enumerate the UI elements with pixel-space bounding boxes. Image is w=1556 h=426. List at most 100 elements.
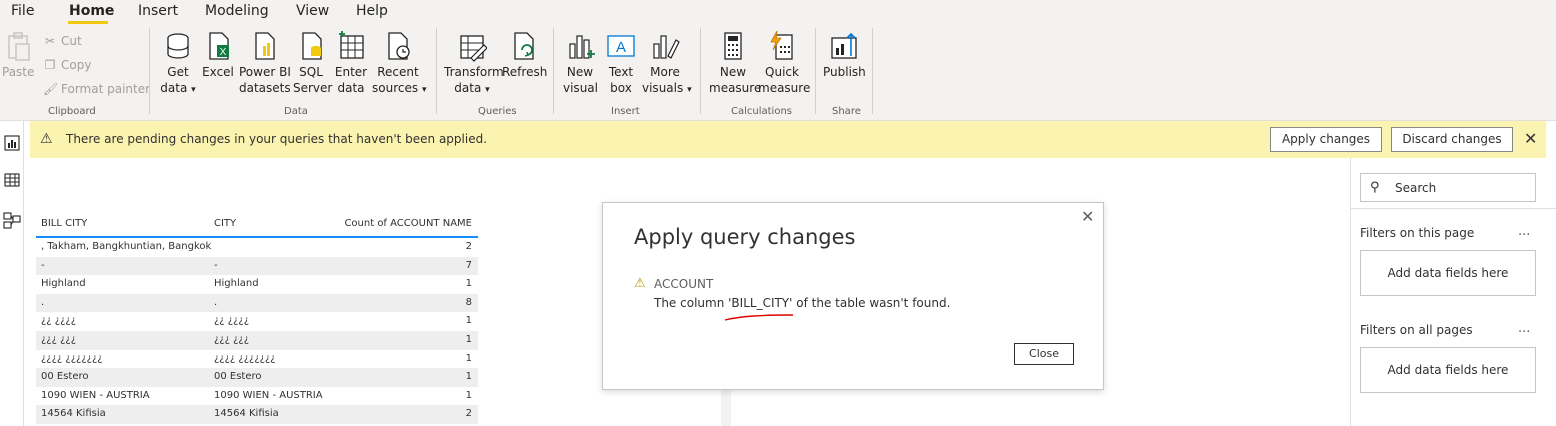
cell-count: 1 — [465, 333, 472, 345]
text-box-icon: A — [607, 35, 635, 57]
cell-count: 2 — [465, 241, 472, 252]
canvas-scroll-strip — [721, 390, 731, 426]
power-bi-label-2: datasets — [239, 81, 291, 95]
column-header-count[interactable]: Count of ACCOUNT NAME — [344, 218, 472, 229]
group-label-data: Data — [284, 106, 308, 117]
tab-insert[interactable]: Insert — [138, 3, 178, 19]
column-header-bill-city[interactable]: BILL CITY — [41, 218, 87, 229]
cell-bill-city: - — [41, 259, 45, 271]
more-visuals-icon — [653, 35, 680, 59]
model-view-icon[interactable] — [3, 211, 21, 229]
cell-bill-city: ¿¿¿ ¿¿¿ — [41, 333, 77, 345]
recent-sources-button[interactable]: Recent sources ▾ — [372, 30, 426, 98]
group-divider — [149, 28, 150, 114]
transform-data-button[interactable]: Transform data ▾ — [444, 30, 504, 98]
text-box-label-2: box — [610, 81, 632, 95]
paste-icon — [8, 32, 30, 61]
copy-label: Copy — [61, 58, 92, 72]
close-icon[interactable]: ✕ — [1081, 207, 1094, 226]
power-bi-datasets-button[interactable]: Power BI datasets — [239, 30, 291, 96]
table-row[interactable]: Highland Highland 1 — [36, 275, 478, 294]
publish-button[interactable]: Publish — [823, 30, 866, 80]
quick-measure-label-1: Quick — [765, 65, 799, 79]
table-row[interactable]: 14564 Kifisia 14564 Kifisia 2 — [36, 405, 478, 424]
tab-modeling[interactable]: Modeling — [205, 3, 269, 19]
new-measure-label-1: New — [719, 65, 747, 79]
cell-bill-city: 14564 Kifisia — [41, 408, 106, 420]
report-view-icon[interactable] — [3, 134, 21, 152]
refresh-button[interactable]: Refresh — [502, 30, 547, 80]
copy-icon: ❐ — [44, 58, 56, 72]
publish-label: Publish — [823, 65, 866, 79]
table-grid-icon — [339, 31, 364, 59]
cell-bill-city: 1090 WIEN - AUSTRIA — [41, 389, 150, 401]
tab-view[interactable]: View — [296, 3, 329, 19]
cell-count: 1 — [465, 371, 472, 383]
enter-data-label-1: Enter — [334, 65, 368, 79]
more-options-icon[interactable]: ... — [1518, 224, 1530, 239]
group-label-clipboard: Clipboard — [48, 106, 96, 117]
group-divider — [553, 28, 554, 114]
sql-label-1: SQL — [299, 65, 323, 79]
table-row[interactable]: ¿¿¿¿ ¿¿¿¿¿¿¿ ¿¿¿¿ ¿¿¿¿¿¿¿ 1 — [36, 350, 478, 369]
sql-label-2: Server — [293, 81, 333, 95]
cell-city: ¿¿ ¿¿¿¿ — [214, 315, 250, 327]
excel-icon: X — [209, 32, 229, 60]
format-painter-button[interactable]: 🖌 Format painter — [43, 82, 150, 96]
new-measure-label-2: measure — [709, 81, 762, 95]
filters-search-input[interactable]: ⚲ Search — [1360, 173, 1536, 202]
filters-pane: ⚲ Search Filters on this page ... Add da… — [1350, 158, 1556, 426]
tab-file[interactable]: File — [11, 3, 34, 19]
cell-city: . — [214, 296, 218, 308]
more-options-icon[interactable]: ... — [1518, 321, 1530, 336]
table-row[interactable]: 1090 WIEN - AUSTRIA 1090 WIEN - AUSTRIA 1 — [36, 387, 478, 406]
filters-on-this-page-heading: Filters on this page — [1360, 226, 1475, 240]
sql-server-button[interactable]: SQL Server — [293, 30, 333, 96]
enter-data-button[interactable]: Enter data — [334, 30, 368, 96]
power-bi-window: File Home Insert Modeling View Help Past… — [0, 0, 1556, 426]
close-button[interactable]: Close — [1014, 343, 1074, 365]
text-box-button[interactable]: A Text box — [604, 30, 638, 96]
cell-count: 1 — [465, 389, 472, 401]
table-row[interactable]: , Takham, Bangkhuntian, Bangkok 2 — [36, 238, 478, 257]
cut-button[interactable]: ✂ Cut — [43, 34, 82, 48]
table-visual[interactable]: BILL CITY CITY Count of ACCOUNT NAME , T… — [36, 213, 478, 424]
group-divider — [872, 28, 873, 114]
svg-text:A: A — [616, 39, 626, 56]
quick-measure-icon — [770, 30, 793, 60]
group-divider — [700, 28, 701, 114]
quick-measure-button[interactable]: Quick measure — [758, 30, 810, 96]
cell-bill-city: ¿¿¿¿ ¿¿¿¿¿¿¿ — [41, 352, 103, 364]
excel-button[interactable]: X Excel — [202, 30, 234, 80]
calculator-icon — [724, 32, 742, 60]
page-filter-drop-zone[interactable]: Add data fields here — [1360, 250, 1536, 296]
table-row[interactable]: ¿¿ ¿¿¿¿ ¿¿ ¿¿¿¿ 1 — [36, 312, 478, 331]
new-measure-button[interactable]: New measure — [709, 30, 761, 96]
table-row[interactable]: .. 8 — [36, 293, 478, 313]
tab-home[interactable]: Home — [69, 3, 114, 19]
data-view-icon[interactable] — [3, 171, 21, 189]
table-row[interactable]: ¿¿¿ ¿¿¿ ¿¿¿ ¿¿¿ 1 — [36, 330, 478, 350]
tab-help[interactable]: Help — [356, 3, 388, 19]
chevron-down-icon: ▾ — [485, 85, 490, 95]
table-row[interactable]: 00 Estero 00 Estero 1 — [36, 368, 478, 387]
close-icon[interactable]: ✕ — [1524, 129, 1537, 148]
cell-city: - — [214, 259, 218, 271]
cell-bill-city: , Takham, Bangkhuntian, Bangkok — [41, 241, 212, 252]
discard-changes-button[interactable]: Discard changes — [1391, 127, 1513, 152]
all-pages-filter-drop-zone[interactable]: Add data fields here — [1360, 347, 1536, 393]
column-header-city[interactable]: CITY — [214, 218, 236, 229]
table-row[interactable]: - - 7 — [36, 256, 478, 276]
get-data-label-1: Get — [167, 65, 189, 79]
recent-sources-icon — [388, 32, 410, 60]
apply-changes-button[interactable]: Apply changes — [1270, 127, 1382, 152]
group-label-queries: Queries — [478, 106, 517, 117]
get-data-button[interactable]: Get data ▾ — [158, 30, 198, 98]
more-visuals-button[interactable]: More visuals ▾ — [642, 30, 692, 98]
copy-button[interactable]: ❐ Copy — [43, 58, 92, 72]
red-annotation-underline — [724, 314, 794, 321]
group-label-share: Share — [832, 106, 861, 117]
paste-button[interactable]: Paste — [2, 30, 34, 80]
new-visual-button[interactable]: New visual — [563, 30, 598, 96]
cell-city: Highland — [214, 278, 259, 290]
